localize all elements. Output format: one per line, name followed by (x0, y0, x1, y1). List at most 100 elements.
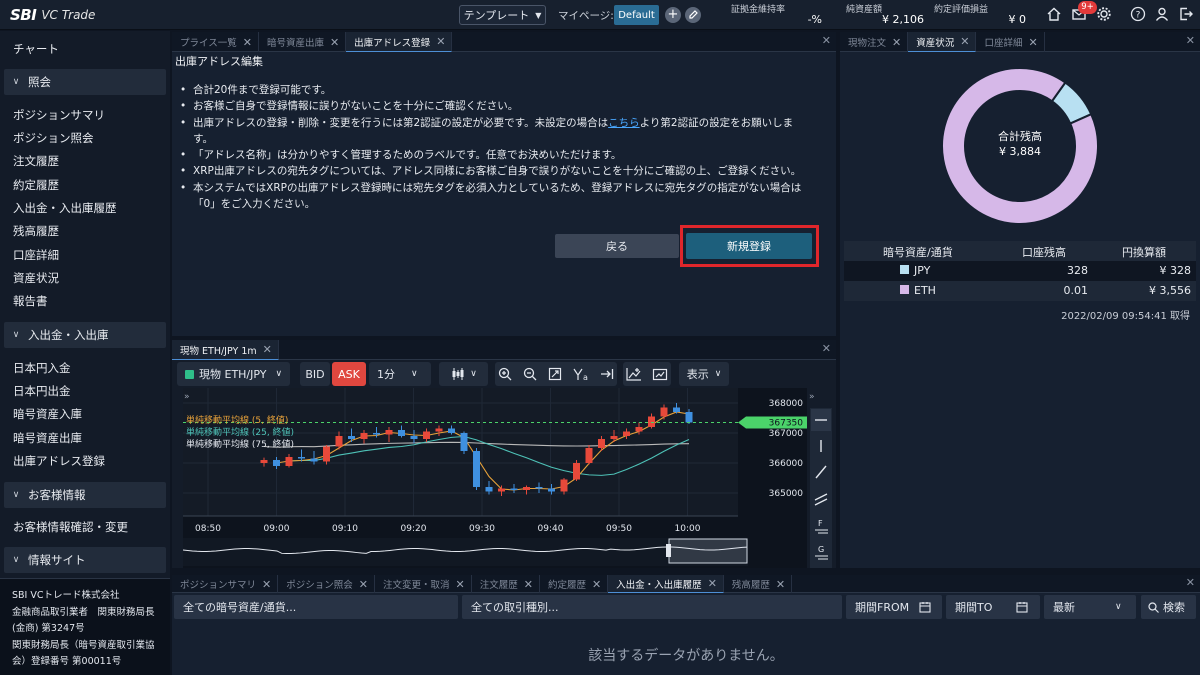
horizontal-line-icon[interactable] (811, 409, 831, 431)
sidebar-item-crypto-deposit[interactable]: 暗号資産入庫 (13, 406, 82, 422)
symbol-select[interactable]: 現物 ETH/JPY ∨ (177, 362, 290, 386)
type-filter-input[interactable]: 全ての取引種別... (462, 595, 842, 619)
interval-select[interactable]: 1分 ∨ (369, 362, 431, 386)
sidebar-item-withdrawal-address[interactable]: 出庫アドレス登録 (13, 453, 105, 469)
svg-text:a: a (583, 373, 588, 381)
close-icon[interactable]: ✕ (243, 36, 252, 49)
close-icon[interactable]: ✕ (262, 578, 271, 591)
gann-icon[interactable]: G (815, 545, 828, 560)
sidebar-section-label: お客様情報 (28, 488, 86, 502)
tab-transfer-history[interactable]: 入出金・入出庫履歴 ✕ (608, 575, 724, 593)
sidebar-item-customer-info[interactable]: お客様情報確認・変更 (13, 519, 128, 535)
bid-toggle[interactable]: BID (300, 362, 330, 386)
logout-icon[interactable] (1177, 5, 1195, 23)
back-button[interactable]: 戻る (555, 234, 679, 258)
close-icon[interactable]: ✕ (455, 578, 464, 591)
sidebar-section-inquiry[interactable]: ∨ 照会 (4, 69, 166, 95)
scroll-end-icon[interactable] (600, 367, 614, 381)
sidebar-item-jpy-withdrawal[interactable]: 日本円出金 (13, 383, 71, 399)
close-icon[interactable]: ✕ (708, 577, 717, 590)
collapse-right-icon[interactable]: » (809, 392, 815, 402)
layout-default-button[interactable]: Default (614, 5, 659, 25)
sidebar-section-deposit-withdrawal[interactable]: ∨ 入出金・入出庫 (4, 322, 166, 348)
sidebar-item-account-details[interactable]: 口座詳細 (13, 247, 59, 263)
add-layout-icon[interactable]: + (665, 7, 681, 23)
sidebar-item-balance-history[interactable]: 残高履歴 (13, 223, 59, 239)
tab-execution-history[interactable]: 約定履歴 ✕ (540, 575, 609, 593)
close-icon[interactable]: ✕ (1028, 36, 1037, 49)
search-button[interactable]: 検索 (1141, 595, 1196, 619)
screenshot-icon[interactable] (652, 367, 668, 381)
close-icon[interactable]: ✕ (592, 578, 601, 591)
tab-withdrawal-address[interactable]: 出庫アドレス登録 ✕ (346, 32, 453, 52)
period-to-input[interactable]: 期間TO (946, 595, 1040, 619)
close-icon[interactable]: ✕ (330, 36, 339, 49)
trend-line-icon[interactable] (815, 465, 827, 479)
candlestick-icon (452, 368, 464, 380)
sidebar-section-customer-info[interactable]: ∨ お客様情報 (4, 482, 166, 508)
candle (585, 448, 593, 463)
period-from-input[interactable]: 期間FROM (846, 595, 942, 619)
sidebar-item-reports[interactable]: 報告書 (13, 293, 48, 309)
close-icon[interactable]: ✕ (776, 578, 785, 591)
close-icon[interactable]: ✕ (960, 35, 969, 48)
parallel-lines-icon[interactable] (814, 493, 828, 506)
close-icon[interactable]: ✕ (359, 578, 368, 591)
tab-account-details[interactable]: 口座詳細 ✕ (976, 32, 1045, 52)
company-line: SBI VCトレード株式会社 (12, 590, 120, 601)
tab-position-inquiry[interactable]: ポジション照会 ✕ (278, 575, 375, 593)
tab-balance-history[interactable]: 残高履歴 ✕ (724, 575, 793, 593)
home-icon[interactable] (1045, 5, 1063, 23)
fibonacci-icon[interactable]: F (815, 519, 828, 534)
navigator-bg (183, 538, 748, 566)
asset-filter-input[interactable]: 全ての暗号資産/通貨... (174, 595, 458, 619)
settings-link[interactable]: こちら (608, 117, 640, 129)
collapse-left-icon[interactable]: » (184, 392, 190, 402)
tab-crypto-withdrawal[interactable]: 暗号資産出庫 ✕ (259, 32, 347, 52)
tab-price-list[interactable]: プライス一覧 ✕ (172, 32, 259, 52)
tab-asset-status[interactable]: 資産状況 ✕ (908, 32, 977, 52)
sidebar-item-asset-status[interactable]: 資産状況 (13, 270, 59, 286)
sort-select[interactable]: 最新 ∨ (1044, 595, 1136, 619)
gear-icon[interactable] (1095, 5, 1113, 23)
fit-icon[interactable] (548, 367, 562, 381)
close-icon[interactable]: ✕ (524, 578, 533, 591)
auto-scale-icon[interactable]: a (573, 367, 589, 381)
close-icon[interactable]: ✕ (436, 35, 445, 48)
close-icon[interactable]: ✕ (1186, 576, 1195, 589)
sidebar-item-position-summary[interactable]: ポジションサマリ (13, 107, 105, 123)
ask-toggle[interactable]: ASK (332, 362, 366, 386)
display-menu[interactable]: 表示 ∨ (679, 362, 729, 386)
user-icon[interactable] (1153, 5, 1171, 23)
close-icon[interactable]: ✕ (822, 34, 831, 47)
sidebar-item-position-inquiry[interactable]: ポジション照会 (13, 130, 94, 146)
help-icon[interactable]: ? (1129, 5, 1147, 23)
sidebar-item-execution-history[interactable]: 約定履歴 (13, 177, 59, 193)
template-dropdown[interactable]: テンプレート ▼ (459, 5, 546, 25)
sidebar-item-crypto-withdrawal[interactable]: 暗号資産出庫 (13, 430, 82, 446)
add-indicator-icon[interactable] (626, 367, 642, 381)
candle (398, 430, 405, 436)
tab-position-summary[interactable]: ポジションサマリ ✕ (172, 575, 279, 593)
price-chart[interactable]: 367350 368000 367000 366000 365000 08:50 09:… (183, 388, 807, 568)
close-icon[interactable]: ✕ (263, 343, 272, 356)
zoom-in-icon[interactable] (498, 367, 512, 381)
tab-order-history[interactable]: 注文履歴 ✕ (472, 575, 540, 593)
sidebar-item-transfer-history[interactable]: 入出金・入出庫履歴 (13, 200, 117, 216)
donut-value: ¥ 3,884 (999, 145, 1041, 158)
tab-order-change[interactable]: 注文変更・取消 ✕ (375, 575, 472, 593)
sidebar-section-info-site[interactable]: ∨ 情報サイト (4, 547, 166, 573)
register-button[interactable]: 新規登録 (686, 233, 812, 259)
chart-type-select[interactable]: ∨ (439, 362, 488, 386)
tab-spot-order[interactable]: 現物注文 ✕ (840, 32, 909, 52)
close-icon[interactable]: ✕ (1186, 34, 1195, 47)
zoom-out-icon[interactable] (523, 367, 537, 381)
logo-brand: SBI (10, 6, 37, 24)
sidebar-item-jpy-deposit[interactable]: 日本円入金 (13, 360, 71, 376)
close-icon[interactable]: ✕ (822, 342, 831, 355)
sidebar-item-chart[interactable]: チャート (13, 41, 59, 57)
tab-chart[interactable]: 現物 ETH/JPY 1m ✕ (172, 340, 279, 360)
close-icon[interactable]: ✕ (892, 36, 901, 49)
edit-layout-icon[interactable] (685, 7, 701, 23)
sidebar-item-order-history[interactable]: 注文履歴 (13, 153, 59, 169)
